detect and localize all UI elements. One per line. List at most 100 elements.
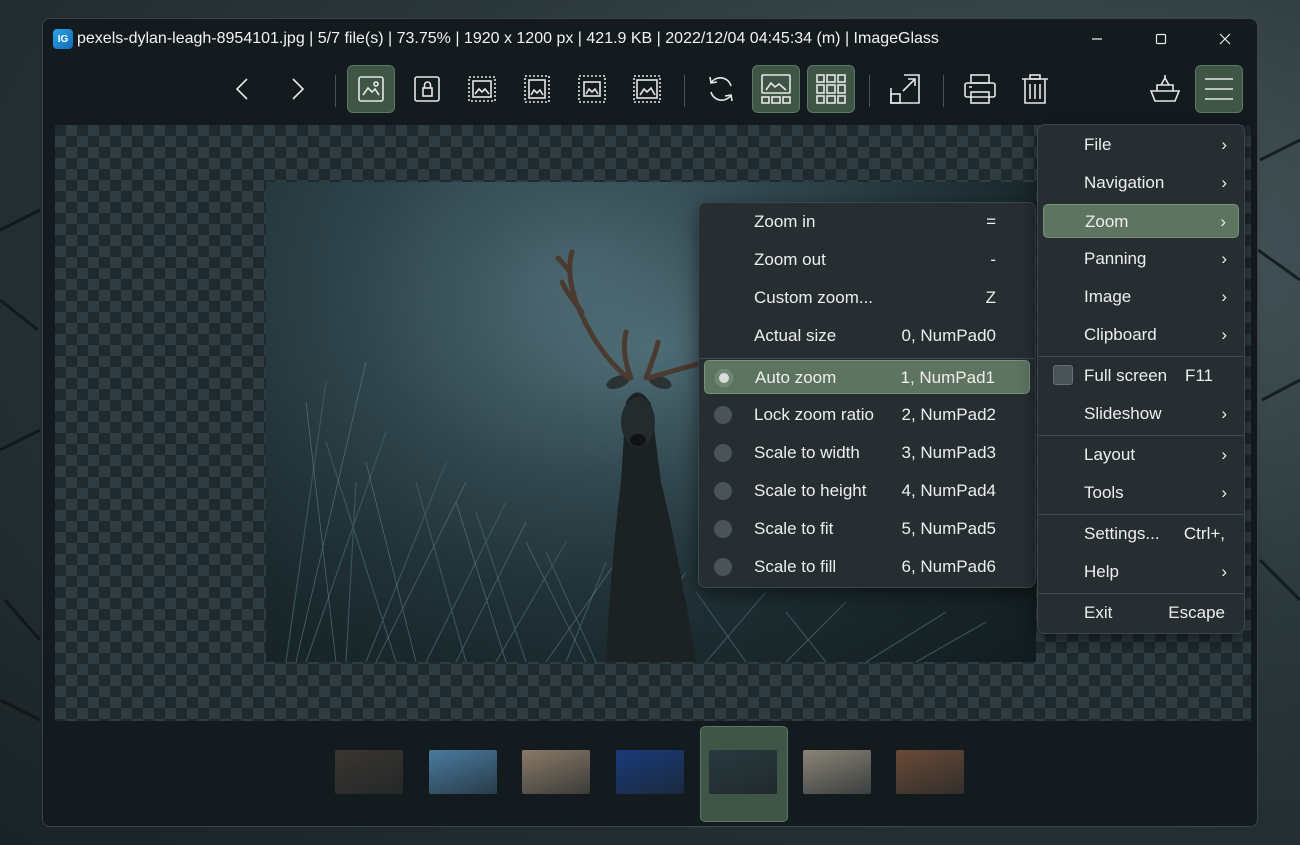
menu-item-scale-to-fit[interactable]: Scale to fit 5, NumPad5 <box>704 512 1030 546</box>
menu-item-shortcut: 4, NumPad4 <box>901 481 997 500</box>
minimize-icon <box>1092 38 1102 40</box>
thumbnail-2[interactable] <box>429 750 497 794</box>
chevron-right-icon: › <box>1221 173 1227 192</box>
title-bar[interactable]: IG pexels-dylan-leagh-8954101.jpg | 5/7 … <box>43 19 1257 59</box>
window-title: pexels-dylan-leagh-8954101.jpg | 5/7 fil… <box>77 30 939 47</box>
grid-icon <box>816 74 846 104</box>
thumbnail-5[interactable] <box>709 750 777 794</box>
menu-item-label: Actual size <box>754 326 837 345</box>
menu-item-label: Scale to width <box>754 443 860 462</box>
close-button[interactable] <box>1193 19 1257 59</box>
menu-item-layout[interactable]: Layout › <box>1043 438 1239 472</box>
menu-item-help[interactable]: Help › <box>1043 555 1239 589</box>
menu-separator <box>1038 356 1244 357</box>
scale-to-height-button[interactable] <box>513 65 561 113</box>
menu-item-settings[interactable]: Settings... Ctrl+, <box>1043 517 1239 551</box>
radio-icon <box>714 558 732 576</box>
menu-item-shortcut: 2, NumPad2 <box>901 405 997 424</box>
auto-zoom-icon <box>358 76 384 102</box>
menu-item-label: Zoom <box>1085 212 1129 231</box>
menu-item-zoom-out[interactable]: Zoom out - <box>704 243 1030 277</box>
scale-to-fill-button[interactable] <box>623 65 671 113</box>
scale-fit-icon <box>578 75 606 103</box>
menu-item-scale-to-width[interactable]: Scale to width 3, NumPad3 <box>704 436 1030 470</box>
scale-fill-icon <box>633 75 661 103</box>
checkbox-icon <box>1053 365 1073 385</box>
hamburger-icon <box>1205 78 1233 100</box>
menu-item-full-screen[interactable]: Full screen F11 <box>1043 359 1239 393</box>
menu-item-shortcut: = <box>986 212 996 231</box>
menu-item-slideshow[interactable]: Slideshow › <box>1043 397 1239 431</box>
maximize-button[interactable] <box>1129 19 1193 59</box>
menu-item-label: Image <box>1084 287 1132 306</box>
main-menu-button[interactable] <box>1195 65 1243 113</box>
menu-item-label: Lock zoom ratio <box>754 405 874 424</box>
scale-to-fit-button[interactable] <box>568 65 616 113</box>
lock-zoom-ratio-button[interactable] <box>403 65 451 113</box>
scale-to-width-button[interactable] <box>458 65 506 113</box>
window-controls <box>1065 19 1257 59</box>
fullscreen-button[interactable] <box>881 65 929 113</box>
auto-zoom-button[interactable] <box>347 65 395 113</box>
thumbnail-3[interactable] <box>522 750 590 794</box>
menu-item-shortcut: - <box>990 250 996 269</box>
delete-button[interactable] <box>1011 65 1059 113</box>
print-button[interactable] <box>956 65 1004 113</box>
thumbnail-6[interactable] <box>803 750 871 794</box>
menu-item-zoom[interactable]: Zoom › <box>1043 204 1239 238</box>
menu-item-label: Navigation <box>1084 173 1165 192</box>
plugins-button[interactable] <box>1141 65 1189 113</box>
menu-item-image[interactable]: Image › <box>1043 280 1239 314</box>
menu-item-custom-zoom[interactable]: Custom zoom... Z <box>704 281 1030 315</box>
menu-item-actual-size[interactable]: Actual size 0, NumPad0 <box>704 319 1030 353</box>
menu-item-label: File <box>1084 135 1112 154</box>
menu-item-panning[interactable]: Panning › <box>1043 242 1239 276</box>
menu-item-scale-to-fill[interactable]: Scale to fill 6, NumPad6 <box>704 550 1030 584</box>
zoom-submenu: Zoom in = Zoom out - Custom zoom... Z Ac… <box>698 202 1036 588</box>
chevron-right-icon: › <box>1221 249 1227 268</box>
lock-image-icon <box>414 76 440 102</box>
menu-item-tools[interactable]: Tools › <box>1043 476 1239 510</box>
chevron-right-icon: › <box>1221 445 1227 464</box>
thumbnail-bar <box>43 721 1257 826</box>
menu-separator <box>1038 435 1244 436</box>
minimize-button[interactable] <box>1065 19 1129 59</box>
thumbnail-1[interactable] <box>335 750 403 794</box>
menu-item-scale-to-height[interactable]: Scale to height 4, NumPad4 <box>704 474 1030 508</box>
checkerboard-button[interactable] <box>807 65 855 113</box>
close-icon <box>1219 33 1231 45</box>
scale-height-icon <box>524 75 550 103</box>
menu-item-shortcut: Ctrl+, <box>1183 524 1225 543</box>
menu-separator <box>699 358 1035 359</box>
chevron-right-icon <box>292 78 305 100</box>
menu-item-lock-zoom-ratio[interactable]: Lock zoom ratio 2, NumPad2 <box>704 398 1030 432</box>
printer-icon <box>964 74 996 104</box>
gallery-button[interactable] <box>752 65 800 113</box>
menu-item-label: Tools <box>1084 483 1124 502</box>
menu-item-shortcut: 1, NumPad1 <box>900 368 996 387</box>
menu-separator <box>1038 593 1244 594</box>
refresh-button[interactable] <box>697 65 745 113</box>
menu-item-label: Settings... <box>1084 524 1160 543</box>
menu-item-shortcut: 6, NumPad6 <box>901 557 997 576</box>
menu-item-label: Scale to height <box>754 481 867 500</box>
menu-item-file[interactable]: File › <box>1043 128 1239 162</box>
menu-item-shortcut: Escape <box>1168 603 1225 622</box>
menu-item-navigation[interactable]: Navigation › <box>1043 166 1239 200</box>
previous-image-button[interactable] <box>219 65 267 113</box>
chevron-right-icon: › <box>1221 325 1227 344</box>
chevron-right-icon: › <box>1220 212 1226 231</box>
menu-separator <box>1038 514 1244 515</box>
next-image-button[interactable] <box>273 65 321 113</box>
menu-item-zoom-in[interactable]: Zoom in = <box>704 205 1030 239</box>
radio-icon <box>714 444 732 462</box>
menu-item-shortcut: 5, NumPad5 <box>901 519 997 538</box>
thumbnail-4[interactable] <box>616 750 684 794</box>
menu-item-exit[interactable]: Exit Escape <box>1043 596 1239 630</box>
menu-item-shortcut: Z <box>985 288 996 307</box>
thumbnail-7[interactable] <box>896 750 964 794</box>
menu-item-auto-zoom[interactable]: Auto zoom 1, NumPad1 <box>704 360 1030 394</box>
radio-selected-icon <box>715 369 733 387</box>
menu-item-clipboard[interactable]: Clipboard › <box>1043 318 1239 352</box>
scale-width-icon <box>468 76 496 102</box>
